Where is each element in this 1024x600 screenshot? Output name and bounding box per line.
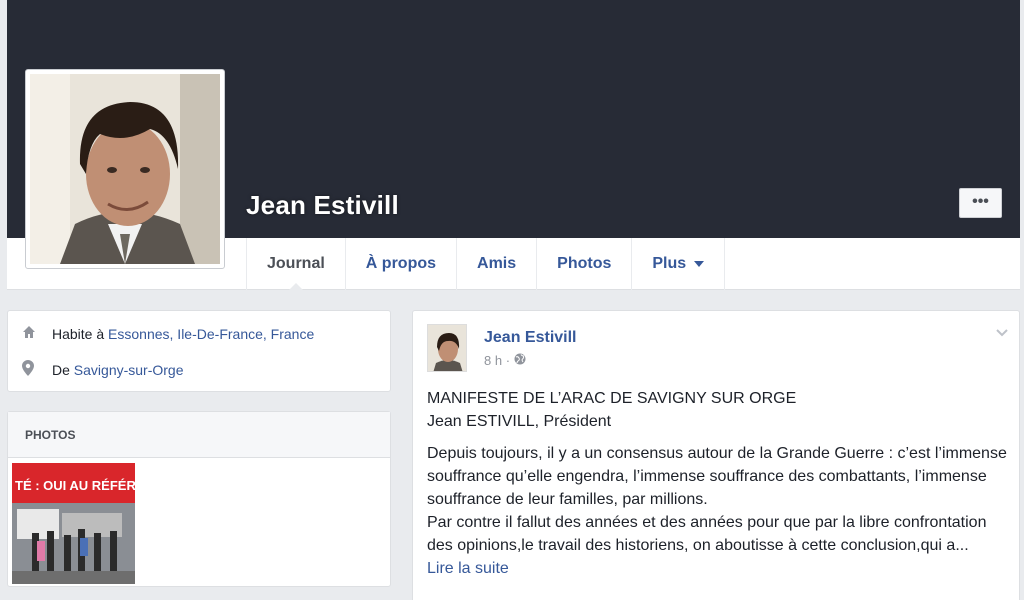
post-timestamp[interactable]: 8 h — [484, 353, 502, 368]
post-title: MANIFESTE DE L’ARAC DE SAVIGNY SUR ORGE — [427, 390, 797, 407]
post-paragraph-1: Depuis toujours, il y a un consensus aut… — [427, 445, 1007, 508]
lives-in-prefix: Habite à — [52, 325, 105, 342]
profile-page: Jean Estivill ••• Journal À propos Amis … — [7, 0, 1020, 600]
tab-more-label: Plus — [652, 255, 687, 272]
post-paragraph-block: Depuis toujours, il y a un consensus aut… — [427, 442, 1007, 580]
lives-in-row: Habite à Essonnes, Ile-De-France, France — [22, 325, 314, 342]
photo-thumbnail[interactable]: TÉ : OUI AU RÉFÉREN — [12, 463, 135, 584]
banner-text: TÉ : OUI AU RÉFÉREN — [15, 478, 135, 493]
more-options-button[interactable]: ••• — [959, 188, 1002, 218]
profile-name[interactable]: Jean Estivill — [246, 190, 399, 221]
post-author-avatar[interactable] — [427, 324, 467, 372]
tab-about-label: À propos — [365, 255, 437, 272]
tab-photos-label: Photos — [557, 255, 612, 272]
from-prefix: De — [52, 361, 70, 378]
globe-icon[interactable] — [514, 353, 526, 368]
lives-in-link[interactable]: Essonnes, Ile-De-France, France — [108, 326, 314, 342]
post-subtitle: Jean ESTIVILL, Président — [427, 413, 612, 430]
profile-tabs: Journal À propos Amis Photos Plus — [246, 238, 726, 291]
tab-friends[interactable]: Amis — [456, 238, 536, 290]
from-row: De Savigny-sur-Orge — [22, 360, 184, 379]
post-paragraph-2: Par contre il fallut des années et des a… — [427, 514, 987, 554]
from-link[interactable]: Savigny-sur-Orge — [74, 362, 184, 378]
post-card: Jean Estivill 8 h · MANIFESTE DE L’ARAC … — [412, 310, 1020, 600]
post-title-block: MANIFESTE DE L’ARAC DE SAVIGNY SUR ORGE … — [427, 387, 1007, 433]
location-pin-icon — [22, 360, 44, 379]
photos-heading[interactable]: PHOTOS — [8, 412, 390, 458]
meta-separator: · — [505, 353, 511, 368]
tab-friends-label: Amis — [477, 255, 517, 272]
rally-photo-image: TÉ : OUI AU RÉFÉREN — [12, 463, 135, 584]
tab-more[interactable]: Plus — [631, 238, 726, 290]
post-body: MANIFESTE DE L’ARAC DE SAVIGNY SUR ORGE … — [427, 387, 1007, 589]
read-more-link[interactable]: Lire la suite — [427, 560, 509, 577]
tab-journal[interactable]: Journal — [246, 238, 345, 291]
photos-card: PHOTOS TÉ : OUI AU RÉFÉREN — [7, 411, 391, 587]
tab-journal-label: Journal — [267, 255, 325, 272]
post-options-chevron-icon[interactable] — [995, 325, 1009, 339]
post-meta: 8 h · — [484, 353, 526, 368]
chevron-down-icon — [694, 260, 705, 267]
profile-picture[interactable] — [25, 69, 225, 269]
tab-about[interactable]: À propos — [344, 238, 456, 290]
profile-photo-image — [30, 74, 220, 264]
post-author-name[interactable]: Jean Estivill — [484, 329, 577, 347]
tab-photos[interactable]: Photos — [536, 238, 631, 290]
intro-card: Habite à Essonnes, Ile-De-France, France… — [7, 310, 391, 392]
home-icon — [22, 325, 44, 342]
